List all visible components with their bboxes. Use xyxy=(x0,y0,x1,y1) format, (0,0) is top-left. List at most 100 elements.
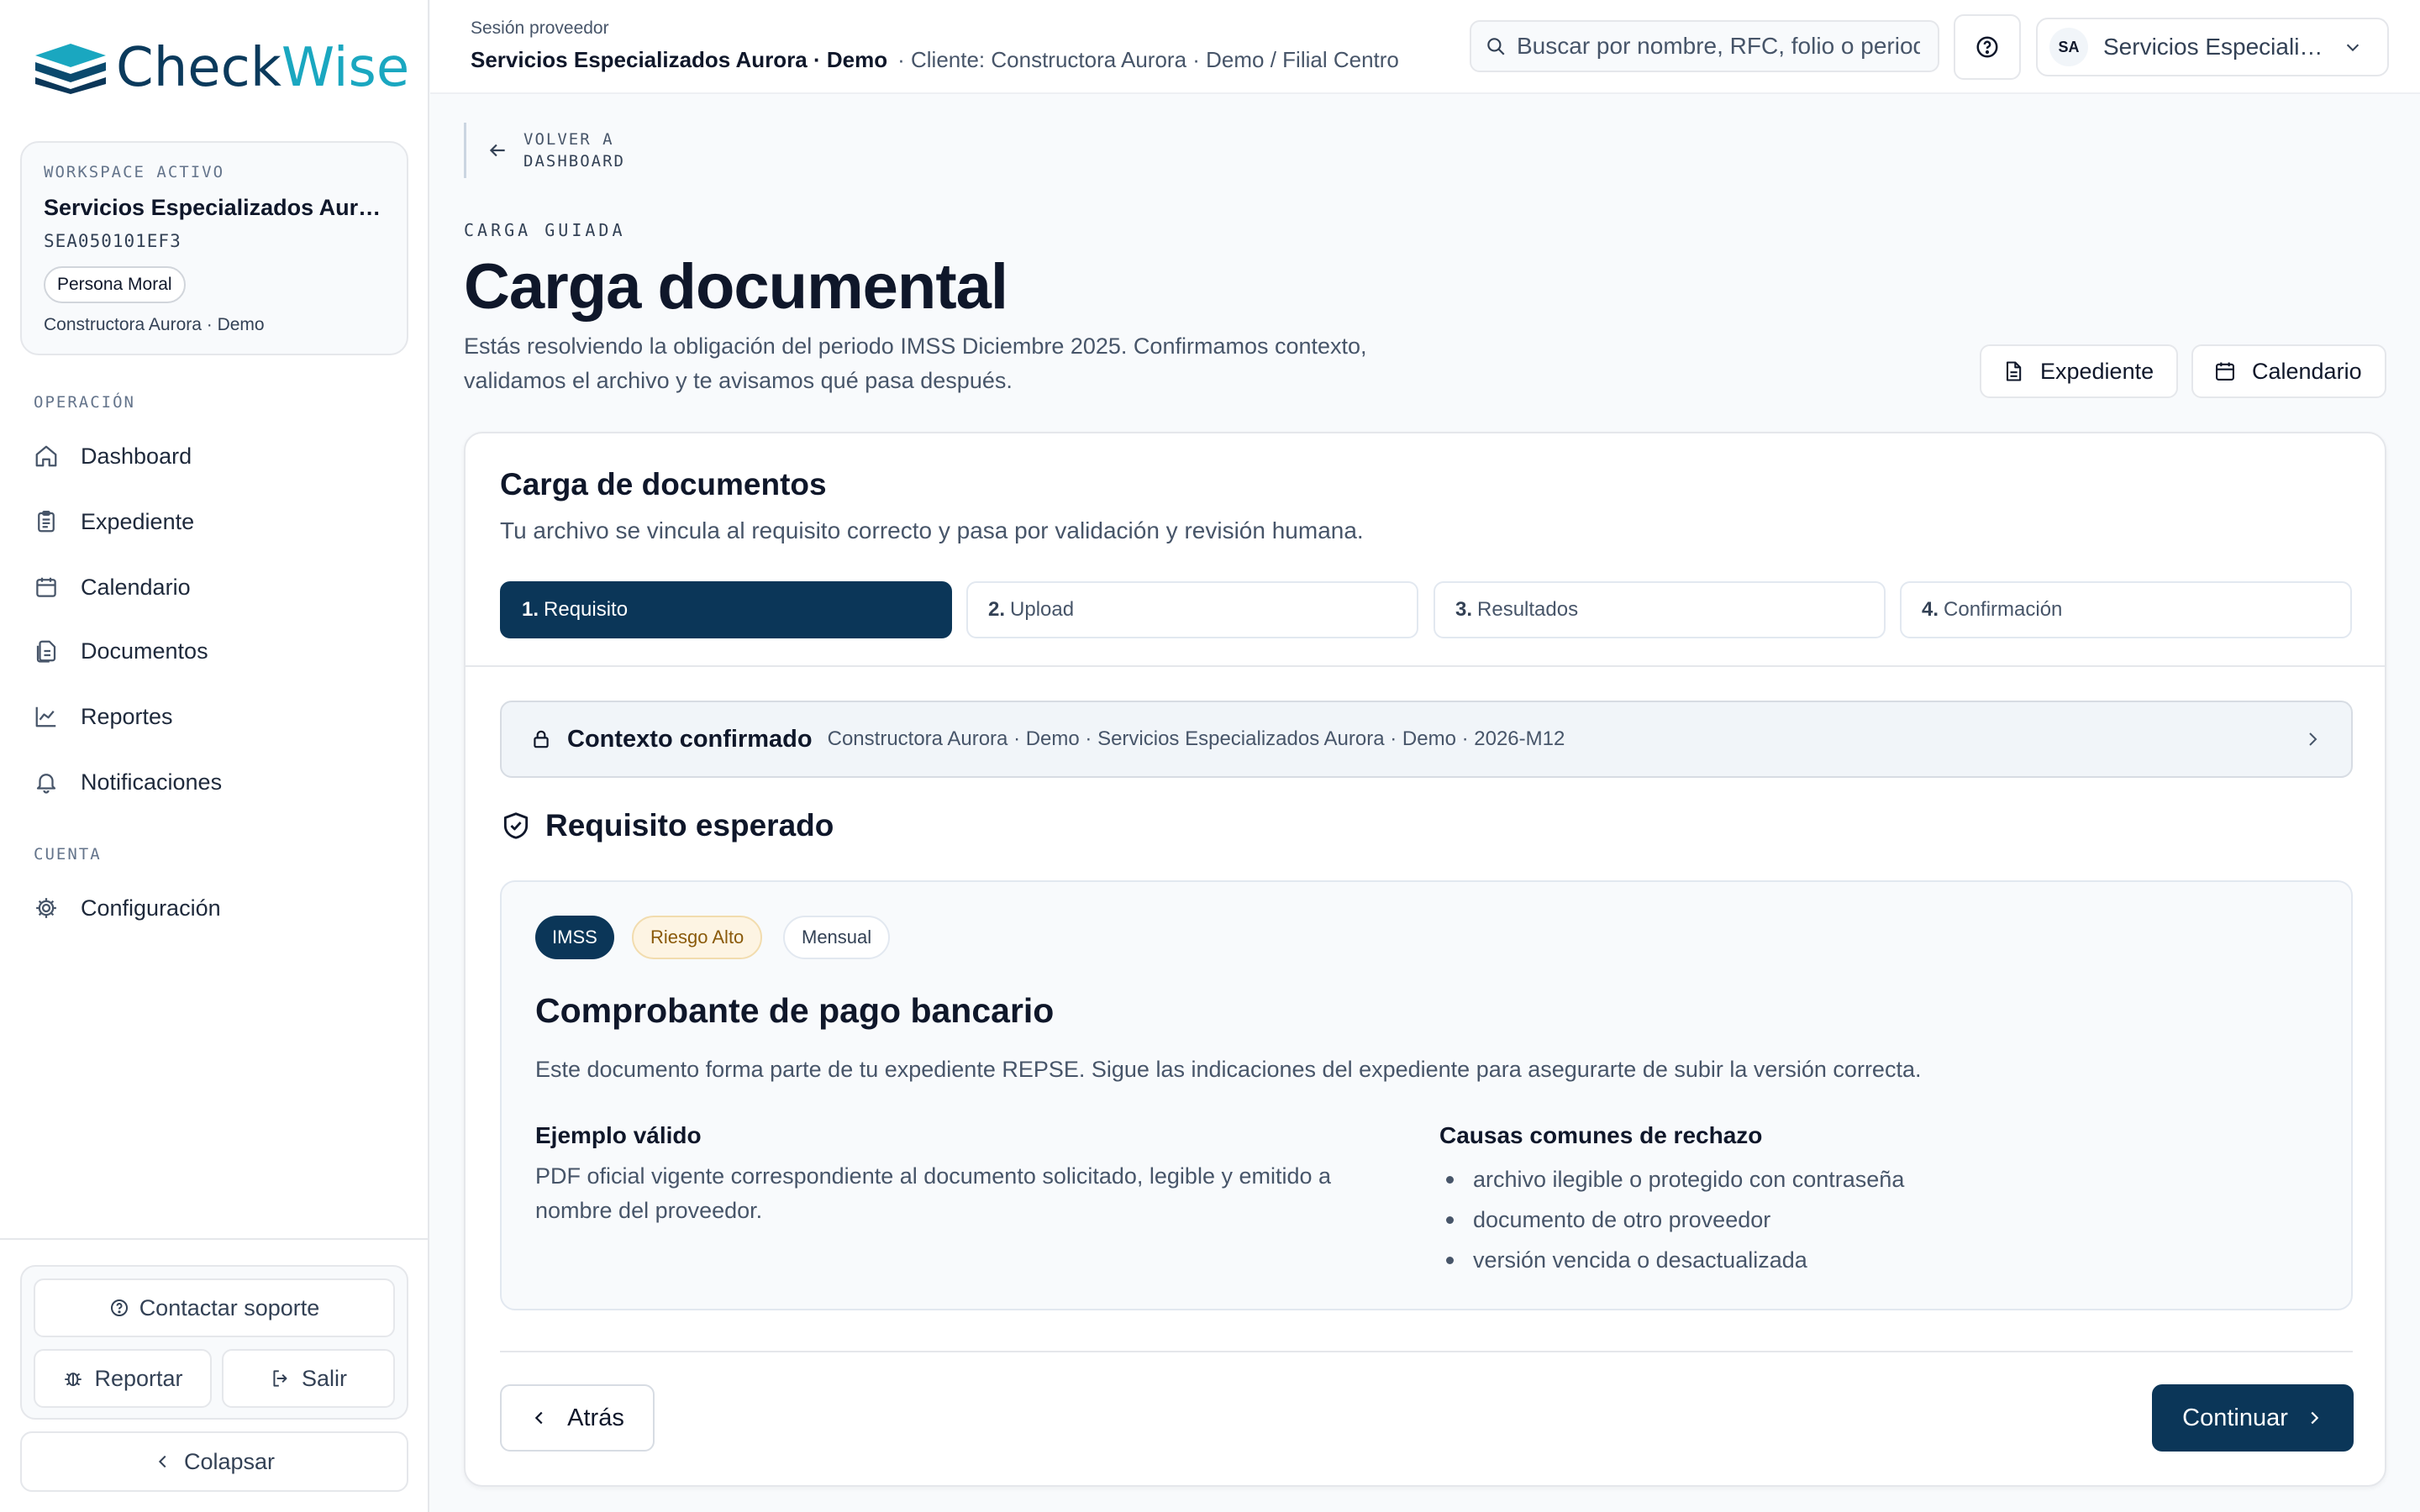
help-button[interactable] xyxy=(1954,14,2021,80)
file-icon xyxy=(2006,361,2022,381)
collapse-label: Colapsar xyxy=(183,1448,276,1474)
continue-button-label: Continuar xyxy=(2182,1404,2288,1431)
session-kicker: Sesión proveedor xyxy=(471,18,609,38)
requirement-detail-box: IMSS Riesgo Alto Mensual Comprobante de … xyxy=(500,880,2353,1310)
chevron-left-icon xyxy=(158,1455,166,1468)
context-label: Contexto confirmado xyxy=(567,725,813,753)
nav-section-operation: OPERACIÓN xyxy=(34,393,135,412)
valid-example-heading: Ejemplo válido xyxy=(535,1122,702,1148)
calendar-icon xyxy=(34,575,67,600)
back-to-dashboard-link[interactable]: VOLVER A DASHBOARD xyxy=(464,123,625,178)
authority-badge: IMSS xyxy=(535,916,614,959)
sidebar-item-expediente[interactable]: Expediente xyxy=(34,503,194,540)
bug-icon xyxy=(65,1373,82,1387)
risk-badge: Riesgo Alto xyxy=(632,916,763,959)
session-context: · Cliente: Constructora Aurora · Demo / … xyxy=(897,47,1399,72)
support-actions: Contactar soporte Reportar Salir xyxy=(20,1265,408,1420)
step-number: 3. xyxy=(1455,598,1473,621)
contact-support-button[interactable]: Contactar soporte xyxy=(34,1278,395,1337)
sidebar-item-label: Calendario xyxy=(81,574,191,600)
back-link-line2: DASHBOARD xyxy=(523,152,625,171)
step-requisito[interactable]: 1. Requisito xyxy=(500,581,952,638)
session-title: Servicios Especializados Aurora · Demo · … xyxy=(471,47,1399,73)
back-button[interactable]: Atrás xyxy=(500,1384,655,1452)
context-detail: Constructora Aurora · Demo · Servicios E… xyxy=(827,727,1565,750)
sidebar-item-label: Expediente xyxy=(81,508,195,534)
expediente-button[interactable]: Expediente xyxy=(1980,344,2178,398)
chevron-left-icon xyxy=(534,1411,543,1425)
help-circle-icon xyxy=(110,1299,128,1316)
sidebar-item-label: Configuración xyxy=(81,895,221,921)
continue-button[interactable]: Continuar xyxy=(2152,1384,2354,1452)
top-bar: Sesión proveedor Servicios Especializado… xyxy=(430,0,2420,94)
nav-section-account: CUENTA xyxy=(34,845,102,864)
divider xyxy=(500,1351,2353,1352)
page-description: Estás resolviendo la obligación del peri… xyxy=(464,333,1367,393)
requirement-heading-text: Requisito esperado xyxy=(545,808,834,843)
workspace-kicker: WORKSPACE ACTIVO xyxy=(44,163,225,181)
upload-wizard-card: Carga de documentos Tu archivo se vincul… xyxy=(464,432,2386,1487)
logo-icon xyxy=(35,44,106,94)
page-kicker: CARGA GUIADA xyxy=(464,220,626,240)
logout-label: Salir xyxy=(301,1365,347,1391)
shield-check-icon xyxy=(503,812,529,839)
chart-line-icon xyxy=(34,704,67,729)
list-item: versión vencida o desactualizada xyxy=(1439,1240,1904,1280)
logout-icon xyxy=(273,1370,287,1387)
contact-support-label: Contactar soporte xyxy=(139,1294,320,1320)
sidebar-item-reportes[interactable]: Reportes xyxy=(34,698,173,735)
requirement-heading: Requisito esperado xyxy=(500,808,834,843)
gear-icon xyxy=(34,895,67,921)
card-subtitle: Tu archivo se vincula al requisito corre… xyxy=(500,517,1364,543)
document-description: Este documento forma parte de tu expedie… xyxy=(535,1057,1922,1082)
page-title: Carga documental xyxy=(464,251,1008,323)
sidebar-footer: Contactar soporte Reportar Salir Colapsa… xyxy=(0,1238,429,1512)
workspace-rfc: SEA050101EF3 xyxy=(44,231,182,251)
lock-icon xyxy=(534,730,549,748)
report-label: Reportar xyxy=(94,1365,183,1391)
context-confirmed-row[interactable]: Contexto confirmado Constructora Aurora … xyxy=(500,701,2353,778)
home-icon xyxy=(34,444,67,469)
help-circle-icon xyxy=(1976,36,1998,58)
step-label: Upload xyxy=(1010,598,1075,621)
rejection-reasons-list: archivo ilegible o protegido con contras… xyxy=(1439,1159,1904,1280)
workspace-card[interactable]: WORKSPACE ACTIVO Servicios Especializado… xyxy=(20,141,408,355)
calendario-label: Calendario xyxy=(2252,358,2362,384)
calendar-icon xyxy=(2216,362,2234,381)
sidebar-item-notificaciones[interactable]: Notificaciones xyxy=(34,764,222,801)
calendario-button[interactable]: Calendario xyxy=(2191,344,2386,398)
list-item: documento de otro proveedor xyxy=(1439,1200,1904,1240)
step-confirmacion[interactable]: 4. Confirmación xyxy=(1900,581,2352,638)
sidebar-item-label: Notificaciones xyxy=(81,769,223,795)
sidebar-item-documentos[interactable]: Documentos xyxy=(34,633,208,669)
valid-example-text: PDF oficial vigente correspondiente al d… xyxy=(535,1163,1332,1223)
arrow-left-icon xyxy=(489,144,505,157)
logout-button[interactable]: Salir xyxy=(222,1349,395,1408)
user-name: Servicios Especializados Aurora · Demo xyxy=(2103,34,2330,60)
sidebar-item-label: Documentos xyxy=(81,638,208,664)
card-title: Carga de documentos xyxy=(500,467,827,501)
avatar: SA xyxy=(2049,28,2088,66)
report-button[interactable]: Reportar xyxy=(34,1349,212,1408)
sidebar-item-dashboard[interactable]: Dashboard xyxy=(34,438,192,475)
sidebar-item-label: Reportes xyxy=(81,703,173,729)
back-button-label: Atrás xyxy=(567,1404,624,1431)
search-input[interactable] xyxy=(1517,33,1920,60)
expediente-label: Expediente xyxy=(2040,358,2154,384)
brand-name: CheckWise xyxy=(116,37,410,99)
documents-icon xyxy=(34,638,67,664)
step-number: 4. xyxy=(1922,598,1939,621)
step-resultados[interactable]: 3. Resultados xyxy=(1434,581,1886,638)
sidebar-item-configuracion[interactable]: Configuración xyxy=(34,890,221,927)
sidebar-item-label: Dashboard xyxy=(81,443,192,469)
sidebar-item-calendario[interactable]: Calendario xyxy=(34,569,191,606)
collapse-sidebar-button[interactable]: Colapsar xyxy=(20,1431,408,1492)
brand-logo[interactable]: CheckWise xyxy=(32,37,409,99)
chevron-right-icon xyxy=(2309,732,2317,746)
frequency-badge: Mensual xyxy=(783,916,891,959)
user-menu-button[interactable]: SA Servicios Especializados Aurora · Dem… xyxy=(2036,18,2389,76)
chevron-right-icon xyxy=(2311,1411,2319,1425)
step-upload[interactable]: 2. Upload xyxy=(966,581,1418,638)
step-number: 1. xyxy=(522,598,539,621)
back-link-text: VOLVER A DASHBOARD xyxy=(523,129,625,172)
